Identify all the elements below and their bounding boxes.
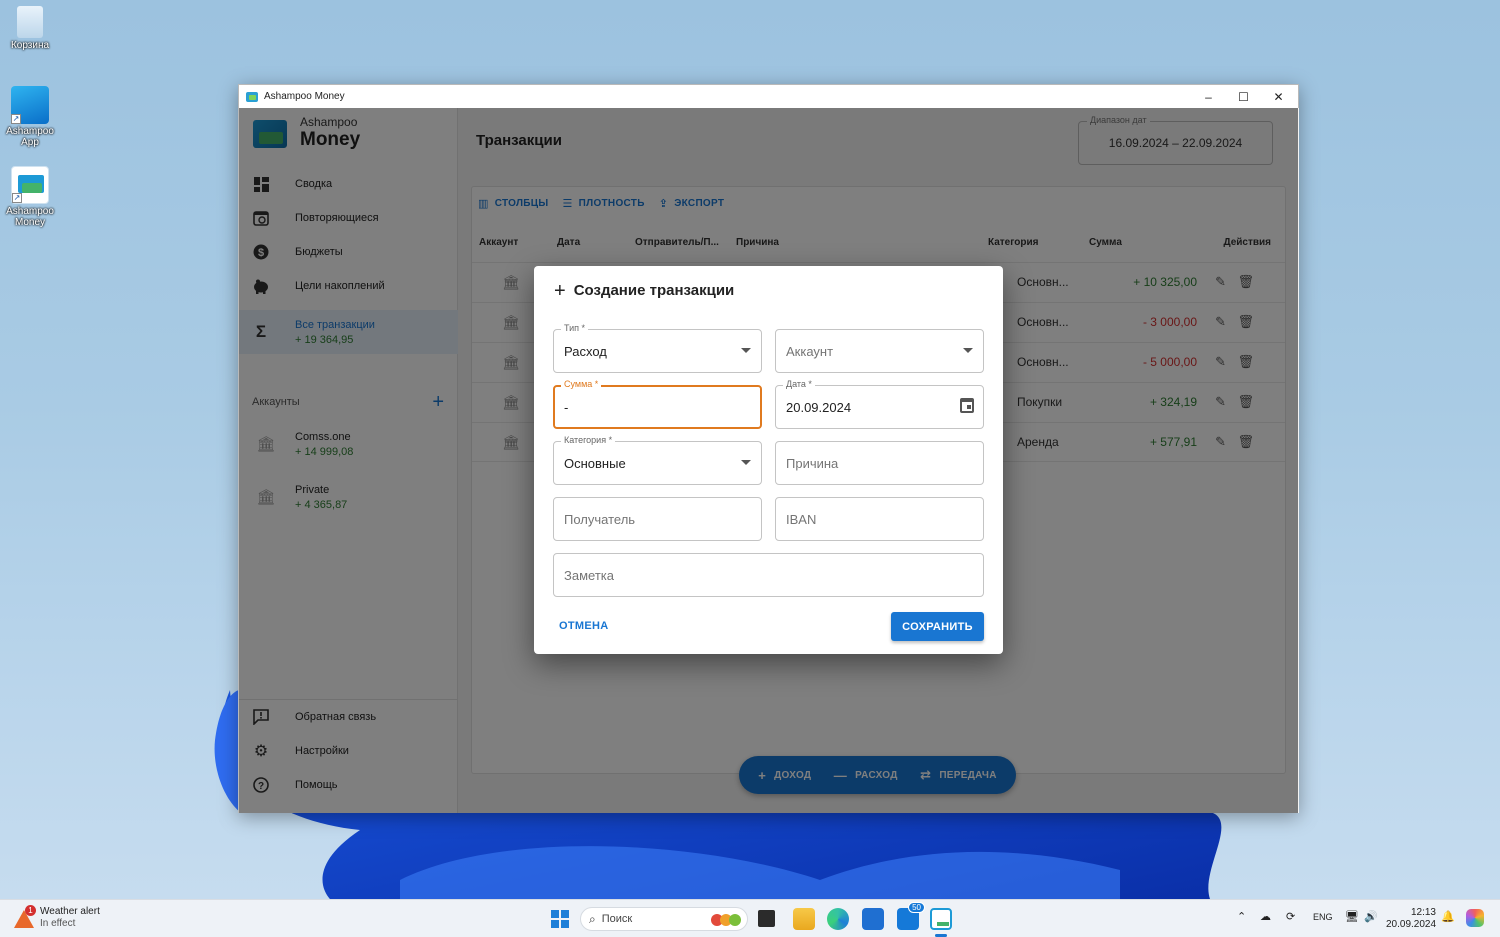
file-explorer-icon[interactable] <box>793 908 815 930</box>
copilot-icon[interactable] <box>1466 909 1484 927</box>
mail-icon[interactable]: 50 <box>897 902 925 930</box>
cancel-button[interactable]: ОТМЕНА <box>550 612 617 640</box>
iban-field[interactable]: IBAN <box>775 497 984 541</box>
volume-icon[interactable]: 🔊 <box>1364 910 1378 923</box>
minimize-button[interactable]: – <box>1191 85 1226 108</box>
weather-widget[interactable]: Weather alert In effect <box>14 905 100 930</box>
taskbar-search[interactable]: ⌕ Поиск <box>580 907 748 931</box>
ashampoo-money-taskbar-icon[interactable] <box>930 908 952 930</box>
amount-field[interactable]: Сумма * - <box>553 379 762 429</box>
chevron-down-icon <box>963 348 973 353</box>
desktop-icon-ashampoo-app[interactable]: ↗ Ashampoo App <box>4 86 56 148</box>
desktop-icon-ashampoo-money[interactable]: ↗ Ashampoo Money <box>4 166 56 228</box>
chevron-down-icon <box>741 348 751 353</box>
taskbar-clock[interactable]: 12:13 20.09.2024 <box>1386 907 1436 931</box>
shortcut-arrow-icon: ↗ <box>12 193 22 203</box>
onedrive-icon[interactable]: ☁ <box>1260 910 1271 923</box>
dialog-title: + Создание транзакции <box>554 279 735 302</box>
chevron-down-icon <box>741 460 751 465</box>
date-field[interactable]: Дата * 20.09.2024 <box>775 379 984 429</box>
network-icon[interactable]: 🖥 <box>1345 910 1359 923</box>
notification-badge: 50 <box>908 902 925 913</box>
ashampoo-money-icon: ↗ <box>11 166 49 204</box>
maximize-button[interactable]: ☐ <box>1226 85 1261 108</box>
calendar-icon[interactable] <box>960 398 974 413</box>
chevron-up-icon[interactable]: ⌃ <box>1237 910 1246 923</box>
recipient-field[interactable]: Получатель <box>553 497 762 541</box>
search-highlight-icon <box>711 914 741 926</box>
desktop-icon-recycle-bin[interactable]: Корзина <box>4 6 56 51</box>
close-button[interactable]: ✕ <box>1261 85 1296 108</box>
app-logo-icon <box>246 91 258 102</box>
windows-start-icon[interactable] <box>551 910 569 928</box>
ashampoo-app-icon: ↗ <box>11 86 49 124</box>
task-view-icon[interactable] <box>758 910 775 927</box>
window-title: Ashampoo Money <box>264 91 345 102</box>
sync-icon[interactable]: ⟳ <box>1286 910 1295 923</box>
store-icon[interactable] <box>862 908 884 930</box>
title-bar[interactable]: Ashampoo Money – ☐ ✕ <box>239 85 1298 108</box>
search-icon: ⌕ <box>589 911 596 926</box>
category-select[interactable]: Категория * Основные <box>553 435 762 485</box>
weather-alert-icon <box>14 905 36 928</box>
shortcut-arrow-icon: ↗ <box>11 114 21 124</box>
save-button[interactable]: СОХРАНИТЬ <box>891 612 984 641</box>
note-field[interactable]: Заметка <box>553 553 984 597</box>
taskbar: Weather alert In effect ⌕ Поиск 50 ⌃ ☁ ⟳… <box>0 899 1500 937</box>
language-indicator[interactable]: ENG <box>1313 912 1333 922</box>
create-transaction-dialog: + Создание транзакции Тип * Расход Аккау… <box>534 266 1003 654</box>
reason-field[interactable]: Причина <box>775 441 984 485</box>
account-select[interactable]: Аккаунт <box>775 329 984 373</box>
plus-icon: + <box>554 279 566 302</box>
edge-browser-icon[interactable] <box>827 908 849 930</box>
type-select[interactable]: Тип * Расход <box>553 323 762 373</box>
notification-bell-icon[interactable]: 🔔 <box>1441 910 1455 923</box>
recycle-bin-icon <box>17 6 43 38</box>
